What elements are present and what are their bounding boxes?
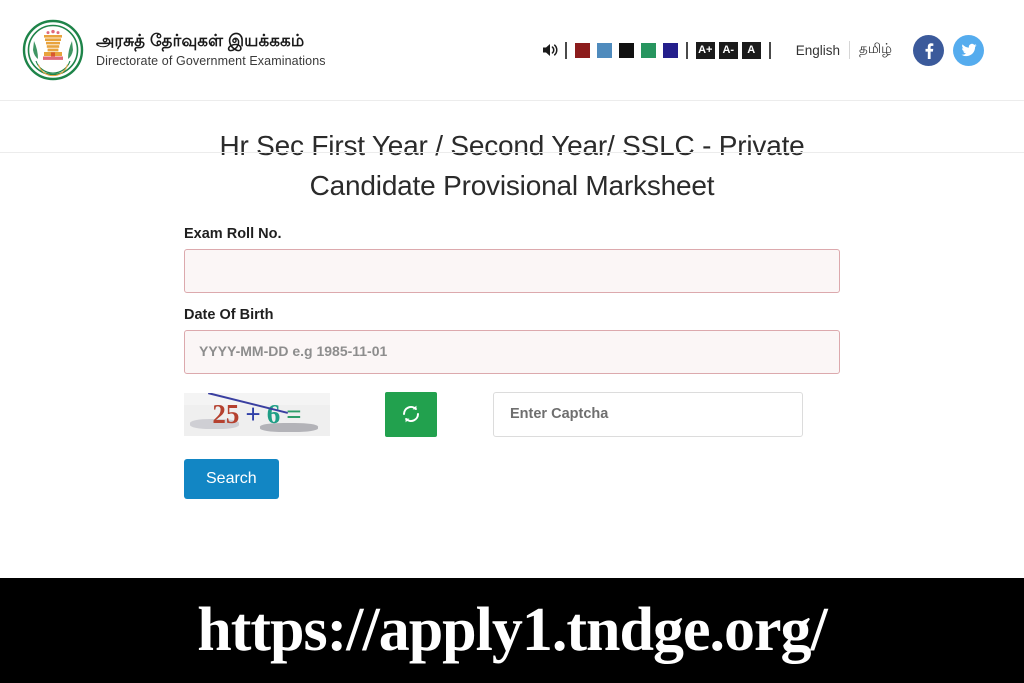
date-of-birth-input[interactable] xyxy=(184,329,840,374)
field-date-of-birth: Date Of Birth xyxy=(184,307,840,374)
date-of-birth-label: Date Of Birth xyxy=(184,306,274,323)
speaker-volume-icon[interactable] xyxy=(541,40,561,60)
twitter-icon[interactable] xyxy=(953,34,984,66)
brand-title-english: Directorate of Government Examinations xyxy=(96,53,326,68)
font-size-controls: A+ A- A xyxy=(695,41,761,59)
captcha-row: 25 + 6 = xyxy=(184,391,840,437)
captcha-input[interactable] xyxy=(493,391,803,437)
font-reset-button[interactable]: A xyxy=(741,41,761,59)
font-increase-button[interactable]: A+ xyxy=(695,41,715,59)
font-decrease-button[interactable]: A- xyxy=(718,41,738,59)
field-exam-roll-no: Exam Roll No. xyxy=(184,226,840,293)
toolbar-divider xyxy=(685,41,688,59)
header-divider-top xyxy=(0,100,1024,101)
theme-steel-blue[interactable] xyxy=(596,42,612,58)
header-divider-bottom xyxy=(0,152,1024,153)
lang-english-link[interactable]: English xyxy=(787,43,849,58)
page-title: Hr Sec First Year / Second Year/ SSLC - … xyxy=(219,130,805,201)
social-links xyxy=(913,34,984,66)
theme-green[interactable] xyxy=(640,42,656,58)
theme-black[interactable] xyxy=(618,42,634,58)
toolbar-divider xyxy=(564,41,567,59)
brand-text: அரசுத் தேர்வுகள் இயக்ககம் Directorate of… xyxy=(96,31,326,69)
captcha-refresh-button[interactable] xyxy=(385,391,437,437)
marksheet-search-form: Hr Sec First Year / Second Year/ SSLC - … xyxy=(184,126,840,499)
toolbar-divider xyxy=(768,41,771,59)
language-switcher: English தமிழ் xyxy=(787,41,901,59)
main-content: Hr Sec First Year / Second Year/ SSLC - … xyxy=(0,100,1024,499)
captcha-char-1: 25 xyxy=(212,398,240,429)
exam-roll-no-input[interactable] xyxy=(184,248,840,293)
url-banner-overlay: https://apply1.tndge.org/ xyxy=(0,578,1024,683)
lang-tamil-link[interactable]: தமிழ் xyxy=(850,41,901,59)
theme-dark-red[interactable] xyxy=(574,42,590,58)
captcha-char-3: 6 xyxy=(266,398,281,429)
refresh-icon xyxy=(403,405,419,423)
tamil-nadu-government-emblem-icon xyxy=(22,19,84,81)
accessibility-toolbar: A+ A- A English தமிழ் xyxy=(541,34,1006,66)
theme-indigo[interactable] xyxy=(662,42,678,58)
captcha-char-4: = xyxy=(286,398,302,429)
captcha-image: 25 + 6 = xyxy=(184,392,330,436)
site-header: அரசுத் தேர்வுகள் இயக்ககம் Directorate of… xyxy=(0,0,1024,100)
brand-title-tamil: அரசுத் தேர்வுகள் இயக்ககம் xyxy=(96,31,305,50)
brand: அரசுத் தேர்வுகள் இயக்ககம் Directorate of… xyxy=(22,19,326,81)
search-button[interactable]: Search xyxy=(184,458,279,499)
exam-roll-no-label: Exam Roll No. xyxy=(184,225,282,242)
theme-color-swatches xyxy=(574,42,678,58)
url-banner-text: https://apply1.tndge.org/ xyxy=(197,596,828,664)
facebook-icon[interactable] xyxy=(913,34,944,66)
